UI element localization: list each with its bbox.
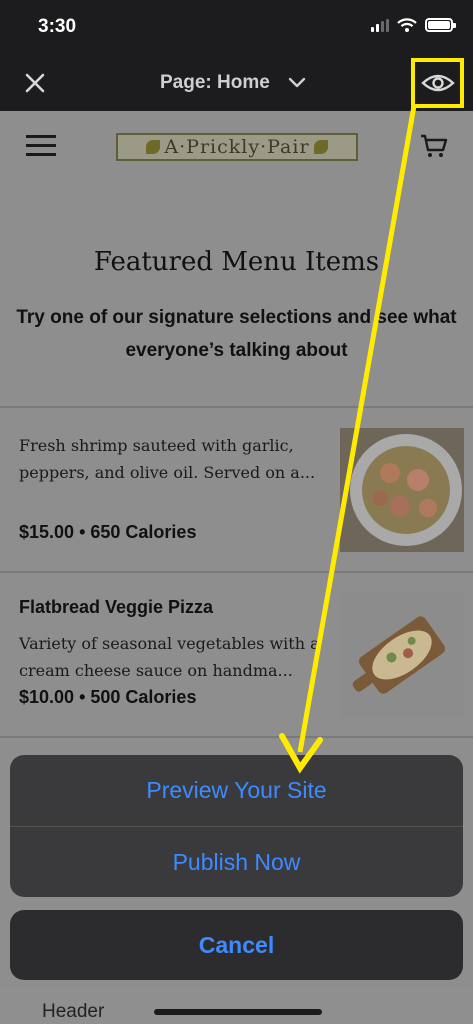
status-time: 3:30 — [38, 16, 77, 37]
menu-item-shrimp[interactable]: Fresh shrimp sauteed with garlic, pepper… — [0, 408, 473, 573]
section-title: Featured Menu Items — [93, 247, 380, 277]
item-image-shrimp-pasta — [340, 428, 464, 552]
preview-eye-button[interactable] — [411, 58, 464, 108]
divider — [0, 736, 473, 738]
item-calories: 650 Calories — [90, 522, 197, 542]
item-image-flatbread — [340, 593, 464, 717]
page-selector[interactable]: Page: Home — [160, 72, 306, 94]
status-icons — [371, 18, 456, 32]
item-description: Variety of seasonal vegetables with a cr… — [19, 634, 320, 680]
item-description: Fresh shrimp sauteed with garlic, pepper… — [19, 436, 316, 482]
action-sheet: Preview Your Site Publish Now — [10, 755, 463, 897]
cart-icon[interactable] — [420, 133, 448, 159]
battery-icon — [425, 18, 456, 32]
item-meta: $15.00 • 650 Calories — [19, 522, 197, 542]
section-subtitle: Try one of our signature selections and … — [16, 307, 457, 361]
chevron-down-icon — [288, 77, 306, 88]
wifi-icon — [397, 18, 417, 32]
menu-item-flatbread[interactable]: Flatbread Veggie Pizza Variety of season… — [0, 573, 473, 738]
home-indicator — [154, 1009, 322, 1015]
signal-icon — [371, 18, 389, 32]
item-price: $15.00 — [19, 522, 75, 542]
menu-icon[interactable] — [26, 135, 56, 157]
site-logo: A·Prickly·Pair — [116, 133, 358, 161]
bottom-section-label: Header — [42, 1001, 105, 1022]
page-selector-label: Page: Home — [160, 72, 270, 93]
close-icon[interactable] — [22, 70, 48, 96]
item-calories: 500 Calories — [90, 687, 197, 707]
preview-site-button[interactable]: Preview Your Site — [10, 755, 463, 826]
status-bar: 3:30 — [0, 0, 473, 56]
item-price: $10.00 — [19, 687, 75, 707]
eye-icon — [420, 74, 455, 92]
cancel-button[interactable]: Cancel — [10, 910, 463, 980]
item-name: Flatbread Veggie Pizza — [19, 597, 214, 617]
editor-top-bar: Page: Home — [0, 56, 473, 111]
item-meta: $10.00 • 500 Calories — [19, 687, 197, 707]
publish-now-button[interactable]: Publish Now — [10, 827, 463, 897]
